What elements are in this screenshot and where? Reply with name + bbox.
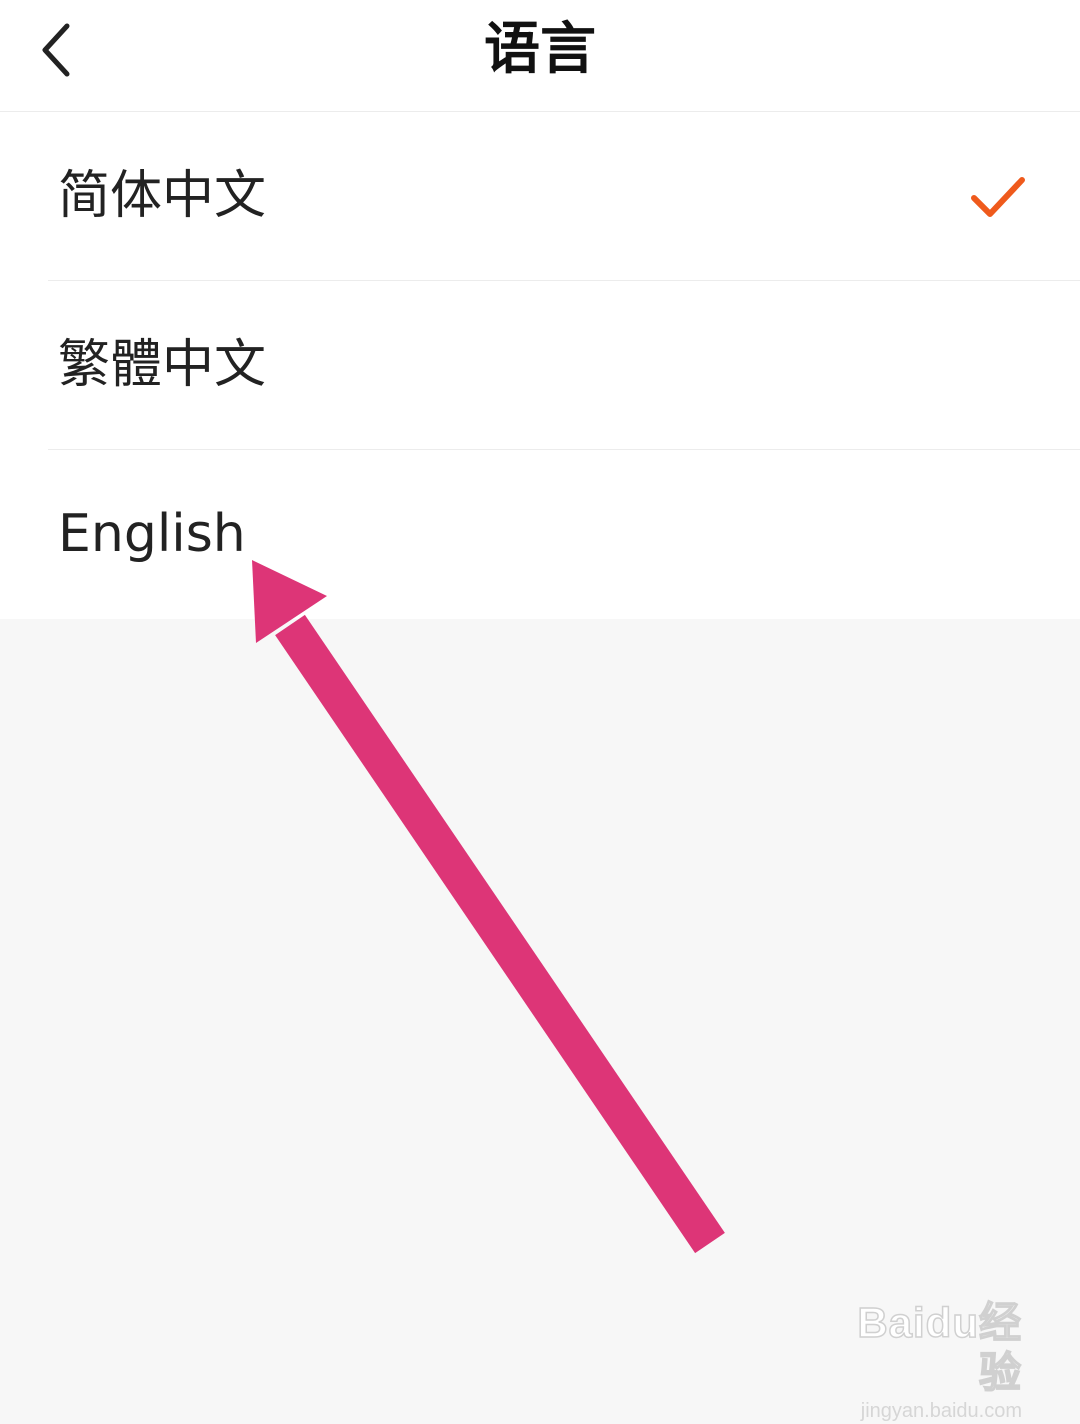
language-option-english[interactable]: English [0,450,1080,619]
header-bar: 语言 [0,0,1080,112]
language-label: English [58,504,246,564]
language-list: 简体中文 繁體中文 English [0,112,1080,619]
language-label: 繁體中文 [58,335,267,395]
language-option-traditional-chinese[interactable]: 繁體中文 [0,281,1080,450]
checkmark-icon [971,177,1025,217]
baidu-watermark: Baidu经验 jingyan.baidu.com [822,1298,1022,1422]
language-label: 简体中文 [58,166,267,226]
watermark-url: jingyan.baidu.com [860,1400,1022,1422]
watermark-logo: Baidu经验 [857,1298,1022,1397]
page-title: 语言 [484,17,596,82]
language-option-simplified-chinese[interactable]: 简体中文 [0,112,1080,281]
